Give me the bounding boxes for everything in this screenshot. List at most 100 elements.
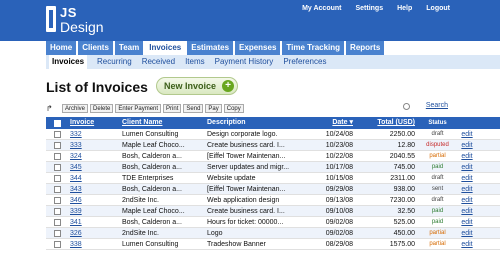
invoice-number-link[interactable]: 346 [70,197,82,204]
invoice-number-link[interactable]: 333 [70,142,82,149]
tab-reports[interactable]: Reports [346,41,385,55]
invoice-date: 10/17/08 [325,164,353,171]
row-checkbox[interactable] [53,141,61,149]
edit-link[interactable]: edit [461,142,472,149]
invoice-number-link[interactable]: 344 [70,175,82,182]
print-button[interactable]: Print [163,103,182,113]
table-row[interactable]: 332 Lumen Consulting Design corporate logo… [46,129,500,140]
row-checkbox[interactable] [53,152,61,160]
edit-link[interactable]: edit [461,241,472,248]
table-row[interactable]: 341 Bosh, Calderon a... Hours for ticket: … [46,217,500,228]
table-row[interactable]: 333 Maple Leaf Choco... Create business ca… [46,140,500,151]
subnav-items[interactable]: Items [185,55,205,69]
row-checkbox[interactable] [53,163,61,171]
select-all-cell [46,117,68,129]
client-name: Lumen Consulting [122,131,179,138]
edit-link[interactable]: edit [461,208,472,215]
table-row[interactable]: 338 Lumen Consulting Tradeshow Banner 08/29… [46,239,500,250]
edit-link[interactable]: edit [461,175,472,182]
table-row[interactable]: 326 2ndSite Inc. Logo 09/02/08 450.00 partial… [46,228,500,239]
edit-link[interactable]: edit [461,219,472,226]
invoice-number-link[interactable]: 326 [70,230,82,237]
client-name: Bosh, Calderon a... [122,186,182,193]
table-row[interactable]: 344 TDE Enterprises Website update 10/15/08… [46,173,500,184]
sort-total[interactable]: Total (USD) [377,119,415,126]
search-link[interactable]: Search [426,102,448,109]
edit-link[interactable]: edit [461,230,472,237]
table-row[interactable]: 339 Maple Leaf Choco... Create business ca… [46,206,500,217]
client-name: 2ndSite Inc. [122,197,159,204]
row-checkbox-cell [46,228,68,238]
logo-text-js: JS [60,5,77,20]
invoice-total: 7230.00 [389,197,415,204]
select-all-checkbox[interactable] [53,119,61,127]
delete-button[interactable]: Delete [90,103,114,113]
edit-link[interactable]: edit [461,186,472,193]
enter-payment-button[interactable]: Enter Payment [115,103,162,113]
sort-date[interactable]: Date ▾ [332,119,353,126]
row-checkbox-cell [46,239,68,249]
row-checkbox[interactable] [53,229,61,237]
table-row[interactable]: 345 Bosh, Calderon a... Server updates and… [46,162,500,173]
copy-button[interactable]: Copy [223,103,244,113]
subnav-preferences[interactable]: Preferences [283,55,326,69]
row-checkbox-cell [46,217,68,227]
subnav-received[interactable]: Received [142,55,175,69]
table-row[interactable]: 343 Bosh, Calderon a... [Eiffel Tower Main… [46,184,500,195]
logout-link[interactable]: Logout [426,5,450,12]
invoice-number-link[interactable]: 338 [70,241,82,248]
invoice-number-link[interactable]: 341 [70,219,82,226]
tab-team[interactable]: Team [114,41,144,55]
status-badge: draft [431,197,444,203]
tab-estimates[interactable]: Estimates [187,41,234,55]
invoice-description: Logo [207,230,223,237]
tab-home[interactable]: Home [46,41,77,55]
invoice-total: 2250.00 [389,131,415,138]
row-checkbox[interactable] [53,196,61,204]
invoice-number-link[interactable]: 324 [70,153,82,160]
settings-link[interactable]: Settings [355,5,383,12]
invoice-description: Hours for ticket: 00000... [207,219,284,226]
top-links: My Account Settings Help Logout [302,5,450,12]
row-checkbox[interactable] [53,130,61,138]
js-design-logo[interactable]: JS Design [46,4,104,37]
my-account-link[interactable]: My Account [302,5,341,12]
client-name: Lumen Consulting [122,241,179,248]
edit-link[interactable]: edit [461,164,472,171]
table-row[interactable]: 324 Bosh, Calderon a... [Eiffel Tower Main… [46,151,500,162]
sort-invoice[interactable]: Invoice [70,119,94,126]
invoice-description: [Eiffel Tower Maintenan... [207,186,286,193]
pay-button[interactable]: Pay [205,103,222,113]
logo-text-design: Design [60,19,104,35]
status-badge: paid [431,164,444,170]
tab-clients[interactable]: Clients [78,41,113,55]
new-invoice-button[interactable]: New Invoice + [156,77,238,95]
row-checkbox[interactable] [53,174,61,182]
row-checkbox[interactable] [53,240,61,248]
edit-link[interactable]: edit [461,131,472,138]
edit-link[interactable]: edit [461,197,472,204]
table-row[interactable]: 346 2ndSite Inc. Web application design 09/… [46,195,500,206]
invoice-date: 10/22/08 [325,153,353,160]
tab-time-tracking[interactable]: Time Tracking [282,41,345,55]
invoice-number-link[interactable]: 345 [70,164,82,171]
row-checkbox[interactable] [53,218,61,226]
row-checkbox[interactable] [53,207,61,215]
archive-button[interactable]: Archive [62,103,89,113]
row-checkbox[interactable] [53,185,61,193]
tab-invoices[interactable]: Invoices [145,41,186,55]
subnav-recurring[interactable]: Recurring [97,55,132,69]
manage-tabs-link[interactable]: manage tabs... [386,41,450,55]
sort-client[interactable]: Client Name [122,119,162,126]
help-link[interactable]: Help [397,5,412,12]
tab-expenses[interactable]: Expenses [235,41,281,55]
invoice-number-link[interactable]: 332 [70,131,82,138]
subnav-invoices[interactable]: Invoices [49,55,88,69]
invoice-number-link[interactable]: 339 [70,208,82,215]
edit-link[interactable]: edit [461,153,472,160]
send-button[interactable]: Send [183,103,204,113]
invoice-number-link[interactable]: 343 [70,186,82,193]
invoice-description: Website update [207,175,256,182]
subnav-payment-history[interactable]: Payment History [215,55,274,69]
search-icon[interactable] [403,103,410,110]
